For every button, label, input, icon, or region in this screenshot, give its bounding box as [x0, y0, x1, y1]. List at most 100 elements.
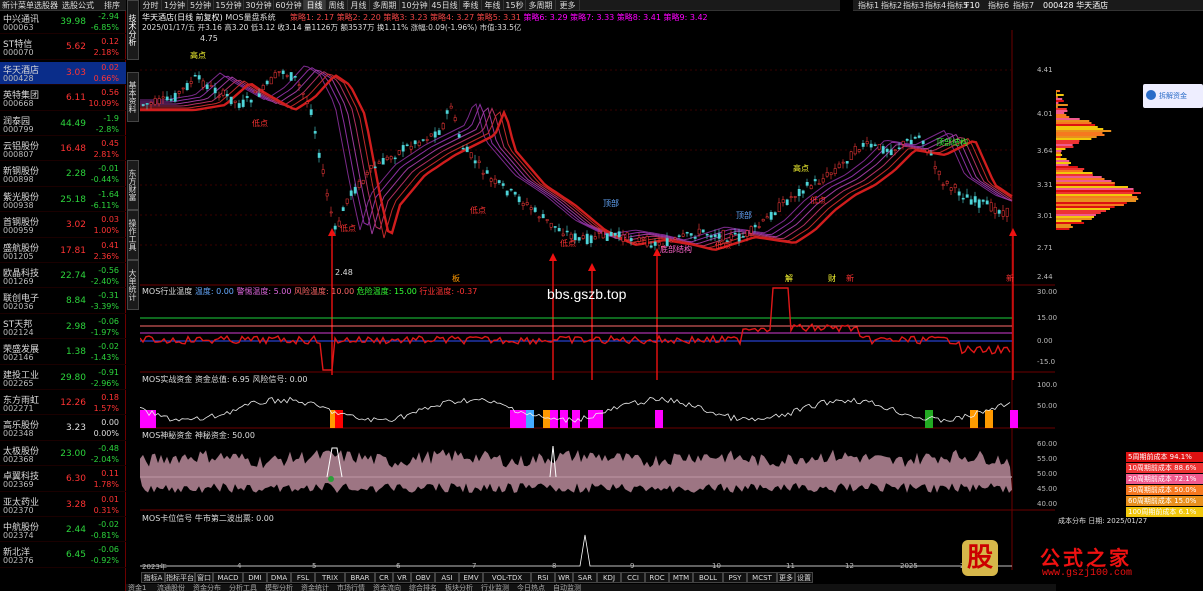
- stock-row[interactable]: 英特集团 000668 6.11 0.56 10.09%: [0, 87, 126, 111]
- period-tab[interactable]: 45日线: [430, 0, 460, 11]
- status-item[interactable]: 板块分析: [445, 584, 473, 591]
- indicator-tab[interactable]: 指标A: [141, 572, 165, 583]
- toolbar-item[interactable]: 指标2: [881, 0, 902, 11]
- period-tab[interactable]: 10分钟: [400, 0, 430, 11]
- status-item[interactable]: 市场行情: [337, 584, 365, 591]
- f10-button[interactable]: F10: [965, 0, 980, 11]
- period-tab[interactable]: 60分钟: [274, 0, 304, 11]
- indicator-tab[interactable]: BRAR: [345, 572, 375, 583]
- stock-row[interactable]: 建投工业 002265 29.80 -0.91 -2.96%: [0, 367, 126, 390]
- status-item[interactable]: 行业监测: [481, 584, 509, 591]
- indicator-tab[interactable]: MTM: [669, 572, 693, 583]
- period-tab[interactable]: 5分钟: [188, 0, 214, 11]
- period-tab[interactable]: 15分钟: [214, 0, 244, 11]
- toolbar-item[interactable]: 指标6: [988, 0, 1009, 11]
- indicator-tab[interactable]: CR: [375, 572, 393, 583]
- indicator-tab[interactable]: RSI: [531, 572, 555, 583]
- indicator-tab[interactable]: OBV: [411, 572, 435, 583]
- stock-row[interactable]: 欧晶科技 001269 22.74 -0.56 -2.40%: [0, 265, 126, 289]
- indicator-tab[interactable]: VR: [393, 572, 411, 583]
- indicator-tab[interactable]: ASI: [435, 572, 459, 583]
- news-marker[interactable]: 财: [828, 273, 836, 284]
- period-tab[interactable]: 周线: [326, 0, 348, 11]
- stock-row[interactable]: 云铝股份 000807 16.48 0.45 2.81%: [0, 138, 126, 162]
- stock-row[interactable]: 润泰园 000799 44.49 -1.9 -2.8%: [0, 113, 126, 136]
- period-tab[interactable]: 1分钟: [162, 0, 188, 11]
- toolbar-item[interactable]: 指标3: [903, 0, 924, 11]
- menu-item[interactable]: 排序: [104, 0, 120, 11]
- stock-row[interactable]: 中航股份 002374 2.44 -0.02 -0.81%: [0, 519, 126, 543]
- tab-technical[interactable]: 技术分析: [127, 0, 139, 60]
- indicator-tab[interactable]: VOL-TDX: [483, 572, 531, 583]
- stock-row[interactable]: 联创电子 002036 8.84 -0.31 -3.39%: [0, 290, 126, 314]
- indicator-tab[interactable]: 更多: [777, 572, 795, 583]
- stock-row[interactable]: 新钢股份 000898 2.28 -0.01 -0.44%: [0, 163, 126, 187]
- indicator-tab[interactable]: ROC: [645, 572, 669, 583]
- stock-row[interactable]: 首钢股份 000959 3.02 0.03 1.00%: [0, 214, 126, 238]
- tab-bigorder[interactable]: 大单统计: [127, 260, 139, 310]
- indicator-tab[interactable]: BOLL: [693, 572, 723, 583]
- stock-row[interactable]: ST天邦 002124 2.98 -0.06 -1.97%: [0, 316, 126, 340]
- stock-row[interactable]: 盛航股份 001205 17.81 0.41 2.36%: [0, 240, 126, 263]
- status-item[interactable]: 分析工具: [229, 584, 257, 591]
- indicator-tab[interactable]: 指标平台: [165, 572, 195, 583]
- stock-row[interactable]: 亚太药业 002370 3.28 0.01 0.31%: [0, 494, 126, 517]
- status-item[interactable]: 自动监测: [553, 584, 581, 591]
- indicator-tab[interactable]: CCI: [621, 572, 645, 583]
- stock-row[interactable]: 华天酒店 000428 3.03 0.02 0.66%: [0, 61, 126, 86]
- stock-row[interactable]: ST特信 000070 5.62 0.12 2.18%: [0, 36, 126, 60]
- status-item[interactable]: 资金统计: [301, 584, 329, 591]
- indicator-tab[interactable]: SAR: [573, 572, 597, 583]
- period-tab[interactable]: 多周期: [370, 0, 400, 11]
- news-marker[interactable]: 新: [846, 273, 854, 284]
- status-item[interactable]: 资金流向: [373, 584, 401, 591]
- indicator-tab[interactable]: FSL: [291, 572, 315, 583]
- status-item[interactable]: 资金分布: [193, 584, 221, 591]
- period-tab[interactable]: 年线: [482, 0, 504, 11]
- news-marker[interactable]: 解: [785, 273, 793, 284]
- stock-row[interactable]: 东方雨虹 002271 12.26 0.18 1.57%: [0, 392, 126, 416]
- indicator-tab[interactable]: DMI: [243, 572, 267, 583]
- stock-row[interactable]: 新北洋 002376 6.45 -0.06 -0.92%: [0, 544, 126, 568]
- menu-item[interactable]: 选股器: [34, 0, 58, 11]
- stock-row[interactable]: 紫光股份 000938 25.18 -1.64 -6.11%: [0, 189, 126, 213]
- indicator-tab[interactable]: WR: [555, 572, 573, 583]
- indicator-tab[interactable]: MACD: [213, 572, 243, 583]
- stock-row[interactable]: 荣盛发展 002146 1.38 -0.02 -1.43%: [0, 341, 126, 365]
- tab-eastmoney[interactable]: 东方财富: [127, 160, 139, 210]
- stock-row[interactable]: 高乐股份 002348 3.23 0.00 0.00%: [0, 417, 126, 441]
- indicator-tab[interactable]: TRIX: [315, 572, 345, 583]
- period-tab[interactable]: 分时: [140, 0, 162, 11]
- indicator-tab[interactable]: 窗口: [195, 572, 213, 583]
- indicator-tab[interactable]: EMV: [459, 572, 483, 583]
- period-tab[interactable]: 日线: [304, 0, 326, 11]
- toolbar-item[interactable]: 指标7: [1013, 0, 1034, 11]
- toolbar-item[interactable]: 指标1: [858, 0, 879, 11]
- period-tab[interactable]: 30分钟: [244, 0, 274, 11]
- stock-row[interactable]: 中兴通讯 000063 39.98 -2.94 -6.85%: [0, 11, 126, 35]
- tab-tools[interactable]: 操作工具: [127, 210, 139, 260]
- status-item[interactable]: 流通股份: [157, 584, 185, 591]
- news-marker[interactable]: 板: [452, 273, 460, 284]
- indicator-tab[interactable]: PSY: [723, 572, 747, 583]
- status-item[interactable]: 综合排名: [409, 584, 437, 591]
- tab-basic[interactable]: 基本资料: [127, 72, 139, 122]
- indicator-tab[interactable]: DMA: [267, 572, 291, 583]
- indicator-tab[interactable]: 设置: [795, 572, 813, 583]
- ad-banner[interactable]: 拆解资金: [1143, 84, 1203, 108]
- stock-row[interactable]: 卓翼科技 002369 6.30 0.11 1.78%: [0, 468, 126, 492]
- period-tab[interactable]: 更多: [556, 0, 580, 11]
- period-tab[interactable]: 季线: [460, 0, 482, 11]
- news-marker[interactable]: 新: [1006, 273, 1014, 284]
- menu-item[interactable]: 新计菜单: [2, 0, 34, 11]
- stock-row[interactable]: 太极股份 002368 23.00 -0.48 -2.04%: [0, 443, 126, 467]
- status-item[interactable]: 模型分析: [265, 584, 293, 591]
- indicator-tab[interactable]: KDJ: [597, 572, 621, 583]
- period-tab[interactable]: 月线: [348, 0, 370, 11]
- menu-item[interactable]: 选股公式: [62, 0, 94, 11]
- period-tab[interactable]: 多周期: [526, 0, 556, 11]
- status-item[interactable]: 今日热点: [517, 584, 545, 591]
- toolbar-item[interactable]: 指标4: [925, 0, 946, 11]
- status-item[interactable]: 资金1: [128, 584, 146, 591]
- indicator-tab[interactable]: MCST: [747, 572, 777, 583]
